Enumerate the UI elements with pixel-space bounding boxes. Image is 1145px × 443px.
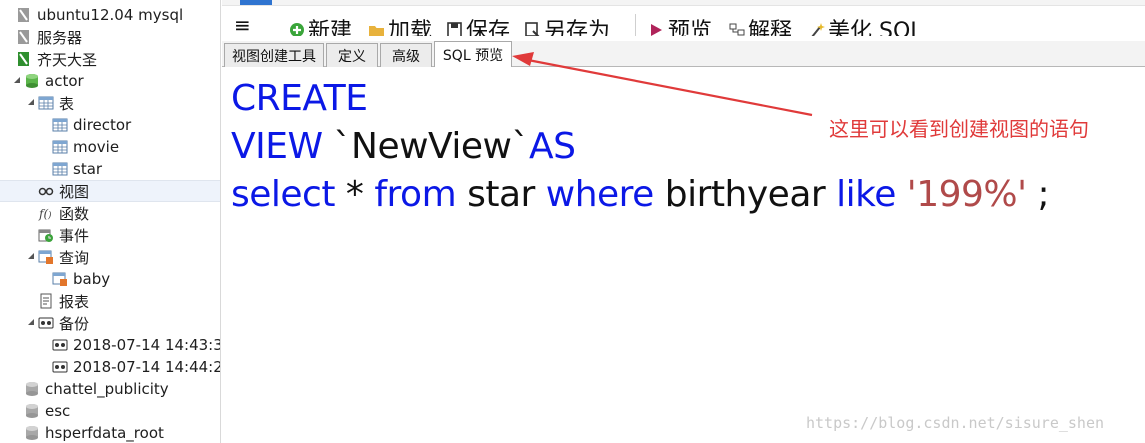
tree-item-backups-folder[interactable]: 备份 [0, 312, 220, 334]
backup-icon [52, 337, 68, 353]
event-icon [38, 227, 54, 243]
query-folder-icon [38, 249, 54, 265]
tree-item-backup[interactable]: 2018-07-14 14:44:29 [0, 356, 221, 378]
tree-item-functions[interactable]: f() 函数 [0, 202, 220, 224]
tab-sql-preview[interactable]: SQL 预览 [434, 41, 512, 68]
tree-item-label: 齐天大圣 [37, 50, 98, 69]
tree-item-label: 查询 [59, 248, 90, 267]
connection-icon [16, 7, 32, 23]
menu-icon: ≡ [234, 13, 251, 37]
tree-item-table-director[interactable]: director [0, 114, 220, 136]
views-icon [38, 183, 54, 199]
tree-item-label: actor [45, 72, 84, 90]
code-line-3: select * from star where birthyear like … [231, 174, 1050, 215]
tree-item-query-baby[interactable]: baby [0, 268, 220, 290]
database-closed-icon [24, 381, 40, 397]
backup-icon [52, 359, 68, 375]
tree-item-esc-database[interactable]: esc [0, 400, 220, 422]
tree-item-label: 函数 [59, 204, 90, 223]
tree-item-ubuntu-connection[interactable]: ubuntu12.04 mysql [0, 4, 220, 26]
tree-item-table-movie[interactable]: movie [0, 136, 220, 158]
tree-item-qitiandasheng-connection[interactable]: 齐天大圣 [0, 48, 220, 70]
tree-item-server-connection[interactable]: 服务器 [0, 26, 220, 48]
database-closed-icon [24, 403, 40, 419]
tree-item-chattel-publicity-database[interactable]: chattel_publicity [0, 378, 220, 400]
expanded-arrow-icon[interactable] [26, 249, 36, 265]
backup-folder-icon [38, 315, 54, 331]
table-icon [52, 139, 68, 155]
code-line-2: VIEW `NewView`AS [231, 126, 576, 167]
tree-item-label: 表 [59, 94, 75, 113]
tree-item-label: 报表 [59, 292, 90, 311]
tab-definition[interactable]: 定义 [326, 43, 378, 67]
tree-item-views[interactable]: 视图 [0, 180, 220, 202]
editor-tabs: 视图创建工具 定义 高级 SQL 预览 [222, 41, 1145, 68]
tree-item-label: ubuntu12.04 mysql [37, 6, 184, 24]
table-icon [52, 117, 68, 133]
tab-view-builder[interactable]: 视图创建工具 [224, 43, 324, 67]
tree-item-backup[interactable]: 2018-07-14 14:43:36 [0, 334, 221, 356]
database-closed-icon [24, 425, 40, 441]
tree-item-label: baby [73, 270, 111, 288]
tree-item-tables-folder[interactable]: 表 [0, 92, 220, 114]
expanded-arrow-icon[interactable] [26, 315, 36, 331]
tree-item-events[interactable]: 事件 [0, 224, 220, 246]
tree-item-label: hsperfdata_root [45, 424, 164, 442]
tree-item-label: 2018-07-14 14:43:36 [73, 336, 221, 354]
function-icon: f() [38, 205, 54, 221]
code-line-1: CREATE [231, 78, 368, 119]
tab-advanced[interactable]: 高级 [380, 43, 432, 67]
annotation-text: 这里可以看到创建视图的语句 [829, 117, 1089, 141]
connection-icon [16, 29, 32, 45]
toolbar: ≡ 新建 加载 保存 另存为 预览 解释 美化 SQL [222, 0, 1145, 42]
tree-item-label: 事件 [59, 226, 90, 245]
tree-item-label: 服务器 [37, 28, 83, 47]
svg-text:f(: f( [38, 207, 48, 221]
tree-item-hsperfdata-root-database[interactable]: hsperfdata_root [0, 422, 220, 443]
tree-item-label: director [73, 116, 132, 134]
tree-item-table-star[interactable]: star [0, 158, 220, 180]
tree-item-actor-database[interactable]: actor [0, 70, 220, 92]
expanded-arrow-icon[interactable] [12, 73, 22, 89]
tree-item-label: movie [73, 138, 120, 156]
query-icon [52, 271, 68, 287]
tree-item-label: chattel_publicity [45, 380, 169, 398]
database-icon [24, 73, 40, 89]
navigation-tree: ubuntu12.04 mysql 服务器 齐天大圣 actor 表 direc… [0, 0, 221, 443]
tree-item-label: 备份 [59, 314, 90, 333]
tree-item-reports[interactable]: 报表 [0, 290, 220, 312]
report-icon [38, 293, 54, 309]
menu-button[interactable]: ≡ [234, 12, 251, 38]
tree-item-label: star [73, 160, 103, 178]
connection-open-icon [16, 51, 32, 67]
expanded-arrow-icon[interactable] [26, 95, 36, 111]
tree-item-label: 2018-07-14 14:44:29 [73, 358, 221, 376]
table-icon [52, 161, 68, 177]
tables-folder-icon [38, 95, 54, 111]
tree-item-label: esc [45, 402, 71, 420]
watermark: https://blog.csdn.net/sisure_shen [806, 414, 1105, 432]
tree-item-queries-folder[interactable]: 查询 [0, 246, 220, 268]
svg-text:): ) [47, 210, 52, 221]
tree-item-label: 视图 [59, 182, 90, 201]
